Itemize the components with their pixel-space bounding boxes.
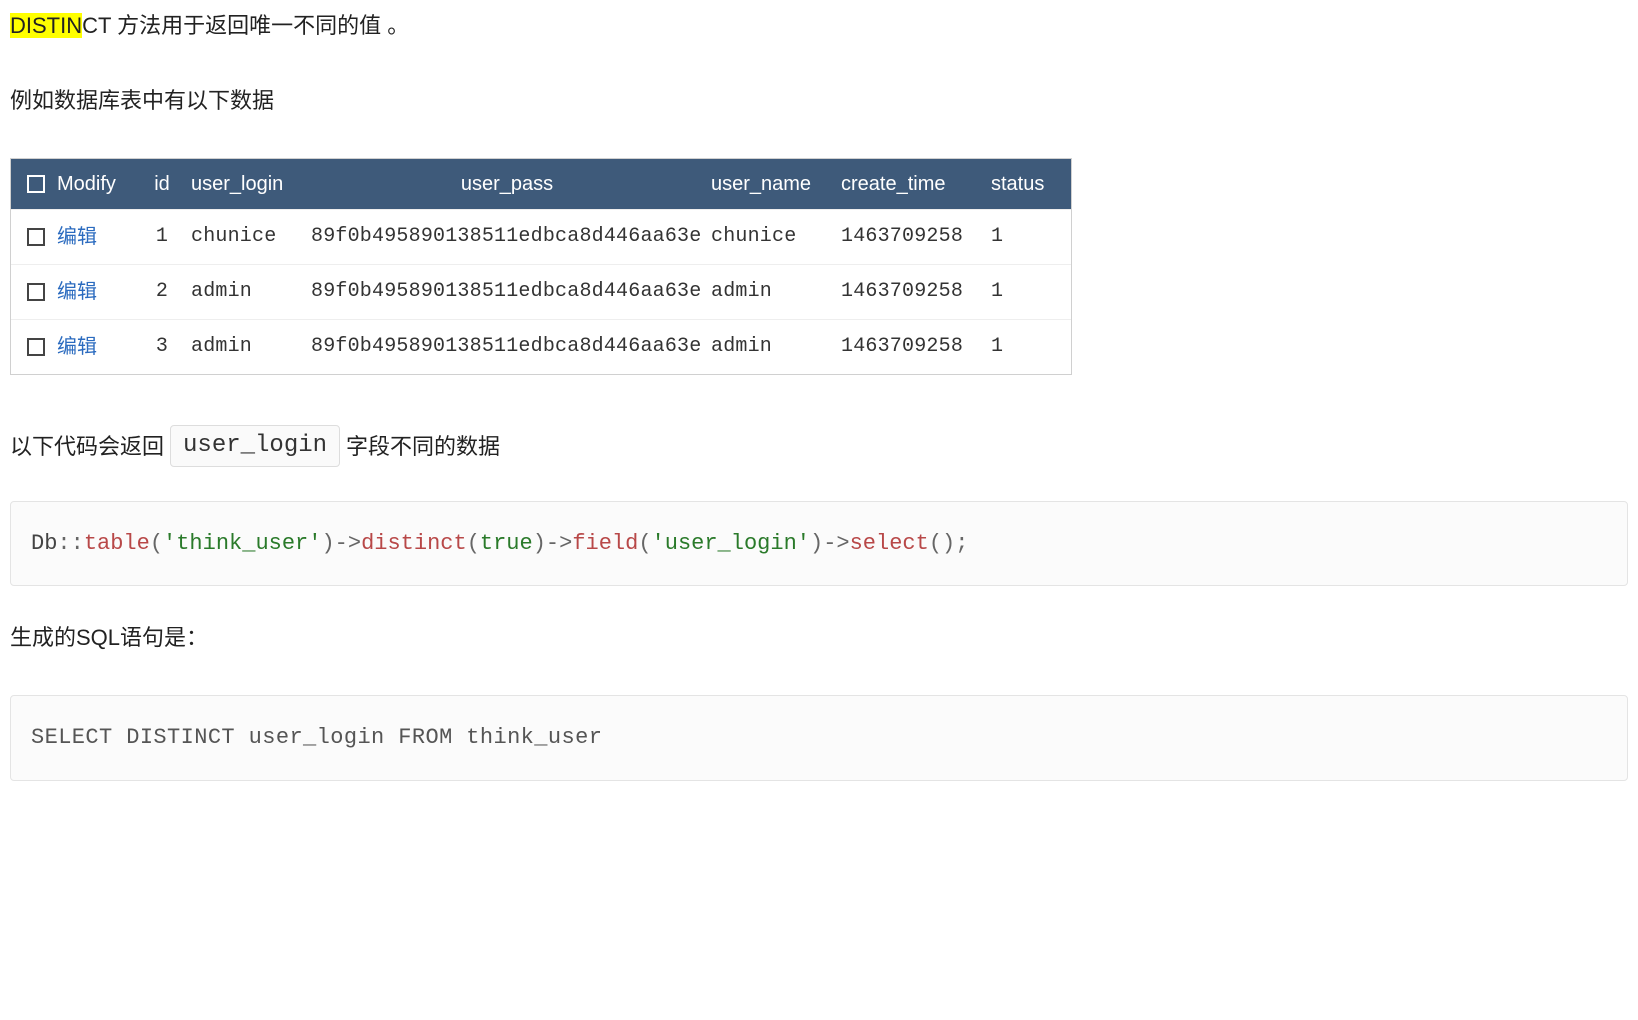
token: ( (929, 531, 942, 556)
paragraph-code-intro: 以下代码会返回 user_login 字段不同的数据 (10, 425, 1628, 467)
paragraph-sql-intro: 生成的SQL语句是： (10, 620, 1628, 655)
table-row: 编辑 1 chunice 89f0b495890138511edbca8d446… (11, 209, 1071, 264)
cell-status: 1 (983, 221, 1053, 253)
token: 'user_login' (652, 531, 810, 556)
cell-user-pass: 89f0b495890138511edbca8d446aa63e (303, 221, 703, 253)
header-user-pass: user_pass (303, 168, 703, 200)
token: ) (321, 531, 334, 556)
intro-paragraph: DISTINCT 方法用于返回唯一不同的值 。 (10, 8, 1628, 43)
cell-user-login: admin (183, 331, 303, 363)
token: Db (31, 531, 57, 556)
token: field (572, 531, 638, 556)
cell-user-name: chunice (703, 221, 833, 253)
cell-id: 3 (141, 331, 183, 363)
header-id: id (141, 168, 183, 200)
code-intro-pre: 以下代码会返回 (10, 429, 164, 464)
token: -> (335, 531, 361, 556)
token: true (480, 531, 533, 556)
token: 'think_user' (163, 531, 321, 556)
data-table: Modify id user_login user_pass user_name… (10, 158, 1072, 375)
highlight-text: DISTIN (10, 13, 82, 38)
cell-create-time: 1463709258 (833, 276, 983, 308)
token: :: (57, 531, 83, 556)
cell-id: 2 (141, 276, 183, 308)
token: ( (150, 531, 163, 556)
cell-user-login: chunice (183, 221, 303, 253)
token: select (850, 531, 929, 556)
table-row: 编辑 3 admin 89f0b495890138511edbca8d446aa… (11, 319, 1071, 374)
header-modify: Modify (51, 168, 141, 200)
token: ; (955, 531, 968, 556)
cell-user-name: admin (703, 331, 833, 363)
inline-code-user-login: user_login (170, 425, 340, 467)
cell-status: 1 (983, 276, 1053, 308)
cell-user-pass: 89f0b495890138511edbca8d446aa63e (303, 331, 703, 363)
paragraph-before-table: 例如数据库表中有以下数据 (10, 83, 1628, 118)
token: ) (810, 531, 823, 556)
token: ) (942, 531, 955, 556)
row-checkbox[interactable] (27, 338, 45, 356)
token: ) (533, 531, 546, 556)
token: table (84, 531, 150, 556)
row-checkbox-cell (21, 338, 51, 356)
intro-rest: CT 方法用于返回唯一不同的值 。 (82, 13, 409, 38)
row-checkbox-cell (21, 283, 51, 301)
cell-user-name: admin (703, 276, 833, 308)
edit-link[interactable]: 编辑 (57, 281, 97, 303)
code-intro-post: 字段不同的数据 (346, 429, 500, 464)
token: -> (546, 531, 572, 556)
header-user-name: user_name (703, 168, 833, 200)
header-status: status (983, 168, 1053, 200)
header-create-time: create_time (833, 168, 983, 200)
token: distinct (361, 531, 467, 556)
header-user-login: user_login (183, 168, 303, 200)
token: ( (638, 531, 651, 556)
cell-user-pass: 89f0b495890138511edbca8d446aa63e (303, 276, 703, 308)
cell-create-time: 1463709258 (833, 331, 983, 363)
token: ( (467, 531, 480, 556)
row-checkbox[interactable] (27, 283, 45, 301)
cell-create-time: 1463709258 (833, 221, 983, 253)
code-block-2: SELECT DISTINCT user_login FROM think_us… (10, 695, 1628, 780)
table-row: 编辑 2 admin 89f0b495890138511edbca8d446aa… (11, 264, 1071, 319)
cell-user-login: admin (183, 276, 303, 308)
edit-link[interactable]: 编辑 (57, 336, 97, 358)
row-checkbox[interactable] (27, 228, 45, 246)
select-all-checkbox[interactable] (27, 175, 45, 193)
cell-status: 1 (983, 331, 1053, 363)
header-checkbox-cell (21, 175, 51, 193)
edit-link[interactable]: 编辑 (57, 226, 97, 248)
cell-id: 1 (141, 221, 183, 253)
code-block-1: Db::table('think_user')->distinct(true)-… (10, 501, 1628, 586)
row-checkbox-cell (21, 228, 51, 246)
table-header-row: Modify id user_login user_pass user_name… (11, 159, 1071, 209)
token: -> (823, 531, 849, 556)
